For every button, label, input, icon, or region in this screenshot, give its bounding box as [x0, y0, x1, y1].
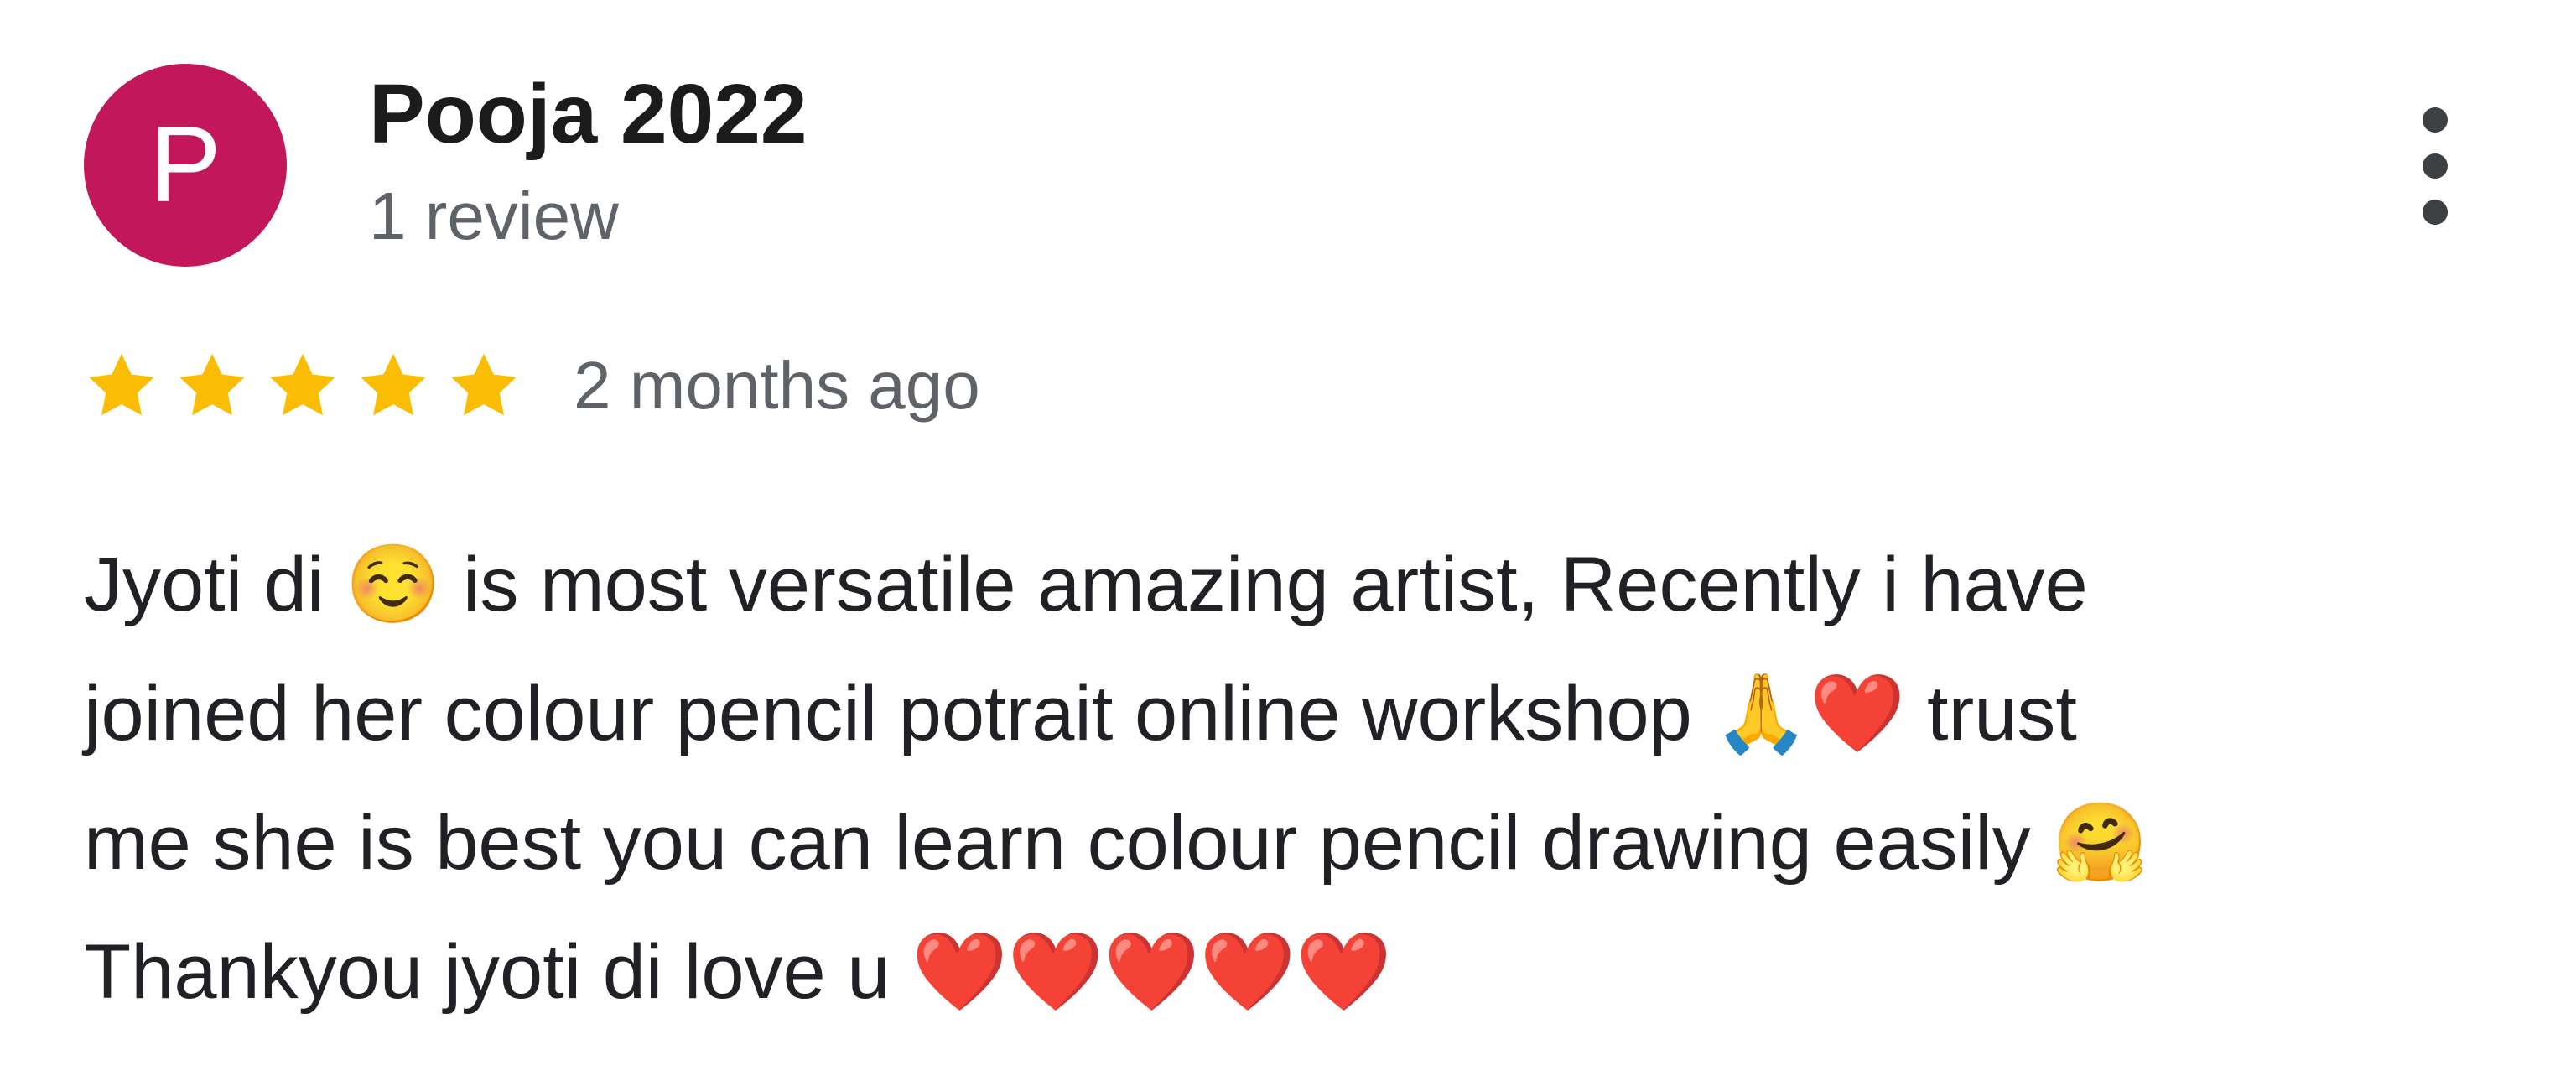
star-icon	[179, 353, 245, 416]
author-review-count: 1 review	[369, 179, 619, 253]
author-name[interactable]: Pooja 2022	[369, 64, 808, 164]
review-date: 2 months ago	[574, 348, 980, 423]
review-text-line: joined her colour pencil potrait online …	[84, 671, 2077, 756]
star-icon	[270, 353, 335, 416]
more-options-button[interactable]	[2407, 107, 2464, 225]
review-card: P Pooja 2022 1 review 2 months ago Jyoti…	[0, 0, 2576, 1081]
review-text-line: Thankyou jyoti di love u ❤️❤️❤️❤️❤️	[84, 929, 1392, 1015]
star-icon	[89, 353, 154, 416]
review-text-line: me she is best you can learn colour penc…	[84, 800, 2148, 886]
review-text-line: Jyoti di ☺️ is most versatile amazing ar…	[84, 542, 2088, 627]
avatar-initial: P	[149, 105, 221, 225]
star-icon	[451, 353, 517, 416]
star-icon	[361, 353, 426, 416]
star-rating	[84, 348, 522, 424]
more-vert-icon-dot	[2423, 153, 2448, 179]
rating-row: 2 months ago	[84, 335, 980, 436]
more-vert-icon-dot	[2423, 200, 2448, 225]
more-vert-icon	[2423, 107, 2448, 133]
review-text: Jyoti di ☺️ is most versatile amazing ar…	[84, 520, 2516, 1037]
avatar[interactable]: P	[84, 64, 287, 267]
author-info: Pooja 2022 1 review	[369, 64, 808, 257]
